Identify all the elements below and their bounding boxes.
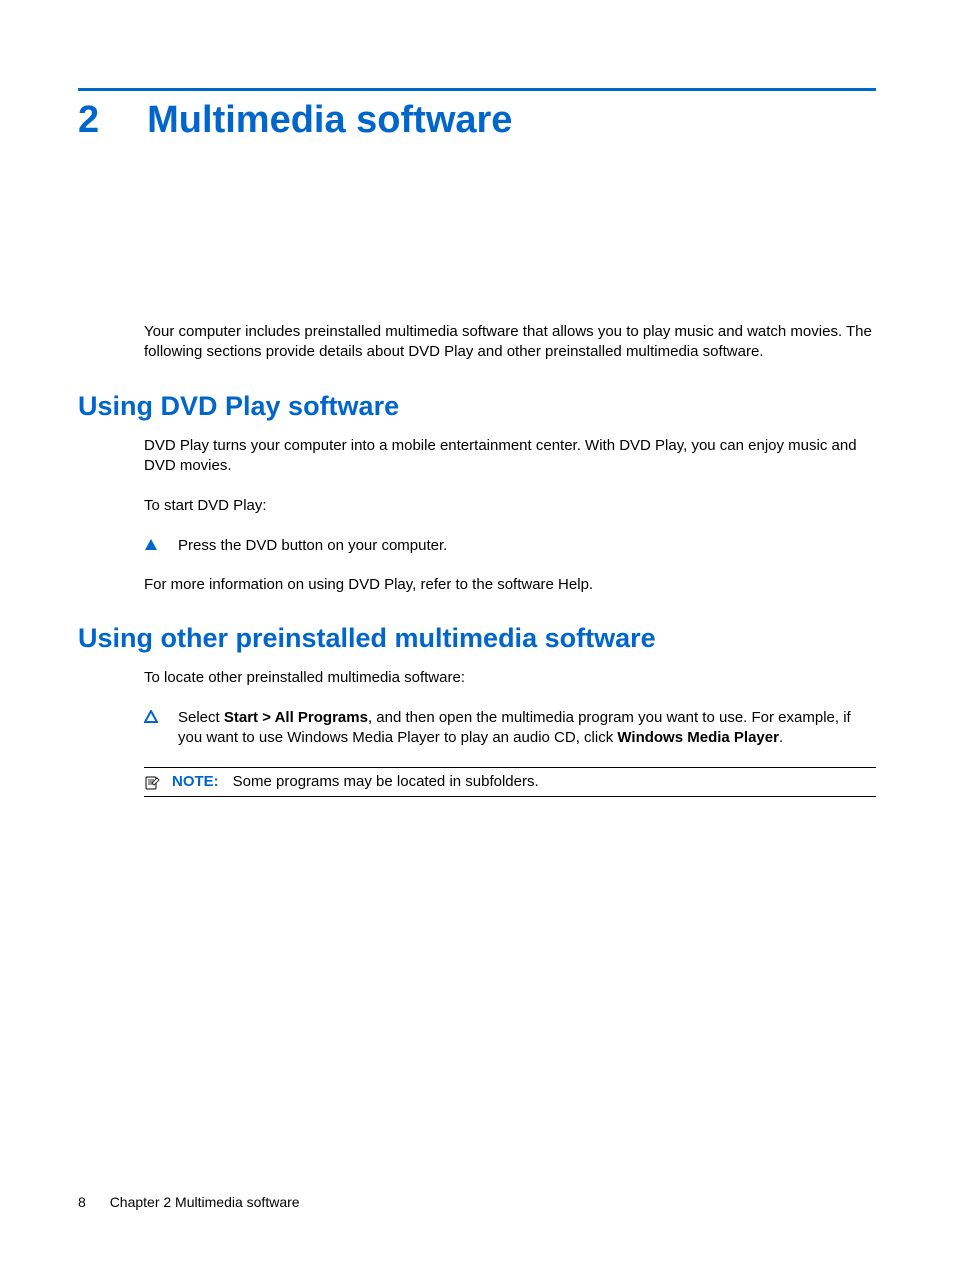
bullet-item: Press the DVD button on your computer. (144, 536, 876, 556)
chapter-rule (78, 88, 876, 91)
bullet-text-part: Select (178, 709, 224, 726)
bullet-text: Select Start > All Programs, and then op… (178, 708, 876, 749)
bullet-item: Select Start > All Programs, and then op… (144, 708, 876, 749)
bullet-text-bold: Windows Media Player (617, 729, 779, 746)
chapter-number: 2 (78, 99, 99, 142)
footer-chapter-label: Chapter 2 Multimedia software (110, 1194, 300, 1210)
chapter-header: 2 Multimedia software (78, 99, 876, 142)
intro-paragraph: Your computer includes preinstalled mult… (144, 322, 876, 363)
section1-paragraph-1: DVD Play turns your computer into a mobi… (144, 436, 876, 477)
note-label: NOTE: (172, 773, 219, 790)
section-heading-dvd-play: Using DVD Play software (78, 391, 876, 422)
bullet-text: Press the DVD button on your computer. (178, 536, 876, 556)
triangle-icon (144, 538, 158, 552)
chapter-title: Multimedia software (147, 99, 512, 142)
note-icon (144, 775, 160, 791)
bullet-text-part: . (779, 729, 783, 746)
section2-paragraph-1: To locate other preinstalled multimedia … (144, 668, 876, 688)
note-block: NOTE: Some programs may be located in su… (144, 767, 876, 797)
bullet-text-bold: Start > All Programs (224, 709, 368, 726)
section-heading-other-software: Using other preinstalled multimedia soft… (78, 623, 876, 654)
page-number: 8 (78, 1194, 86, 1210)
triangle-icon (144, 710, 158, 724)
section1-paragraph-2: To start DVD Play: (144, 496, 876, 516)
note-text: Some programs may be located in subfolde… (233, 773, 539, 790)
page-footer: 8 Chapter 2 Multimedia software (78, 1194, 300, 1210)
section1-paragraph-3: For more information on using DVD Play, … (144, 575, 876, 595)
document-page: 2 Multimedia software Your computer incl… (0, 0, 954, 1270)
